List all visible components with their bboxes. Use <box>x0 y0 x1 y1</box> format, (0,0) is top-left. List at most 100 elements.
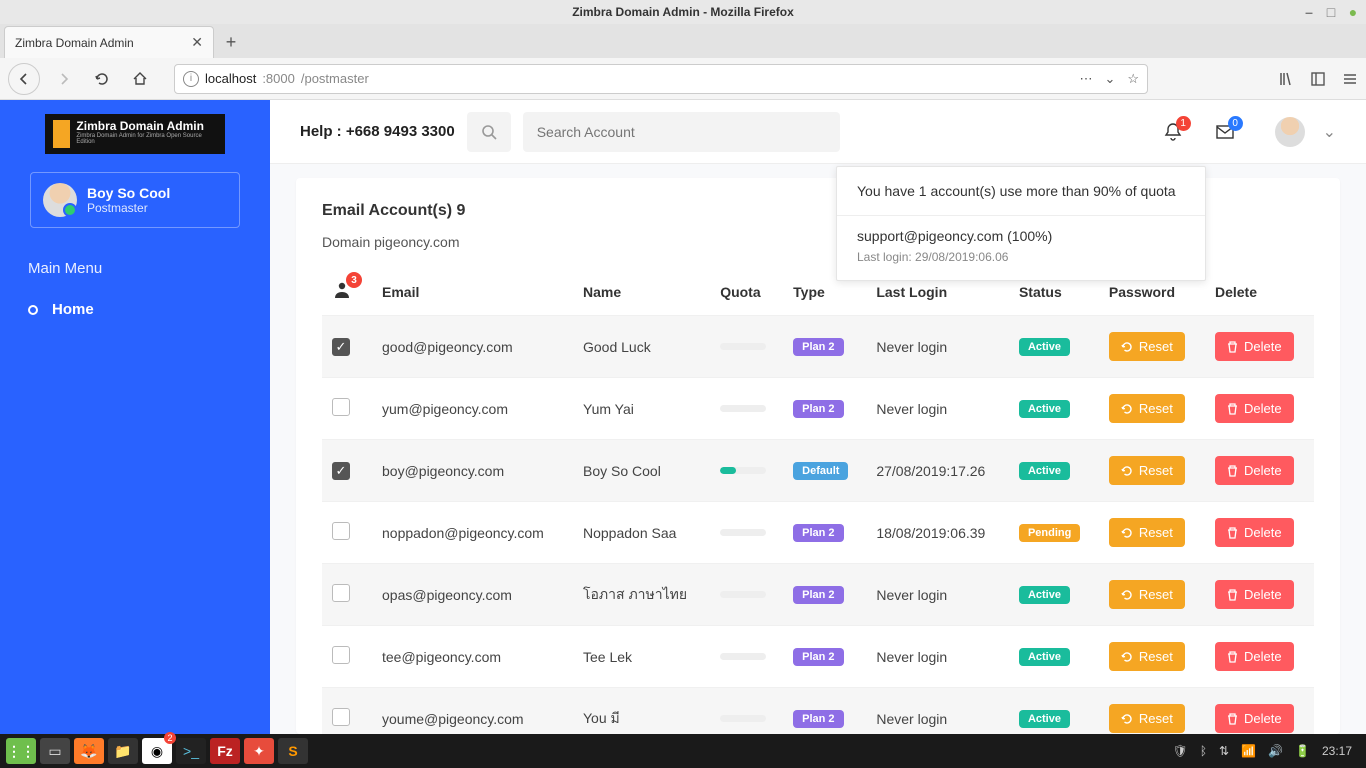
delete-button[interactable]: Delete <box>1215 518 1294 547</box>
window-minimize[interactable]: – <box>1302 5 1316 19</box>
reset-button[interactable]: Reset <box>1109 394 1185 423</box>
cell-type: Plan 2 <box>783 502 866 564</box>
reset-button[interactable]: Reset <box>1109 332 1185 361</box>
taskbar-terminal[interactable]: >_ <box>176 738 206 764</box>
th-name[interactable]: Name <box>573 268 710 316</box>
th-quota[interactable]: Quota <box>710 268 783 316</box>
popover-item[interactable]: support@pigeoncy.com (100%) Last login: … <box>837 216 1205 280</box>
cell-name: Good Luck <box>573 316 710 378</box>
menu-icon[interactable] <box>1342 71 1358 87</box>
new-tab-button[interactable]: + <box>214 26 248 58</box>
sidebar-user-card[interactable]: Boy So Cool Postmaster <box>30 172 240 228</box>
os-taskbar: ⋮⋮ ▭ 🦊 📁 ◉2 >_ Fz ✦ S 🛡 ᛒ ⇅ 📶 🔊 🔋 23:17 <box>0 734 1366 768</box>
taskbar-firefox[interactable]: 🦊 <box>74 738 104 764</box>
top-avatar[interactable] <box>1275 117 1305 147</box>
tray-bluetooth-icon[interactable]: ᛒ <box>1200 744 1207 758</box>
site-info-icon[interactable]: i <box>183 71 199 87</box>
window-maximize[interactable]: □ <box>1324 5 1338 19</box>
taskbar-app[interactable]: ✦ <box>244 738 274 764</box>
arrow-left-icon <box>16 71 32 87</box>
window-close[interactable]: ● <box>1346 5 1360 19</box>
browser-tabbar: Zimbra Domain Admin ✕ + <box>0 24 1366 58</box>
reload-icon <box>94 71 110 87</box>
reset-button[interactable]: Reset <box>1109 642 1185 671</box>
row-checkbox[interactable] <box>332 646 350 664</box>
reset-button[interactable]: Reset <box>1109 704 1185 733</box>
app-logo[interactable]: Zimbra Domain Admin Zimbra Domain Admin … <box>45 114 225 154</box>
page-actions-icon[interactable]: ⋯ <box>1079 71 1092 87</box>
url-path: /postmaster <box>301 71 369 86</box>
trash-icon <box>1227 465 1238 477</box>
tray-network-icon[interactable]: ⇅ <box>1219 744 1229 758</box>
taskbar-chrome[interactable]: ◉2 <box>142 738 172 764</box>
trash-icon <box>1227 589 1238 601</box>
row-checkbox[interactable] <box>332 584 350 602</box>
home-icon <box>132 71 148 87</box>
taskbar-filezilla[interactable]: Fz <box>210 738 240 764</box>
tray-battery-icon[interactable]: 🔋 <box>1295 744 1310 758</box>
taskbar-files[interactable]: 📁 <box>108 738 138 764</box>
reset-button[interactable]: Reset <box>1109 518 1185 547</box>
url-bar[interactable]: i localhost:8000/postmaster ⋯ ⌄ ☆ <box>174 64 1148 94</box>
cell-status: Active <box>1009 316 1099 378</box>
th-email[interactable]: Email <box>372 268 573 316</box>
th-delete[interactable]: Delete <box>1205 268 1314 316</box>
bulk-people-icon[interactable]: 3 <box>332 280 352 300</box>
pocket-icon[interactable]: ⌄ <box>1104 71 1115 87</box>
avatar <box>43 183 77 217</box>
user-menu-chevron[interactable]: ⌄ <box>1323 122 1336 142</box>
delete-button[interactable]: Delete <box>1215 456 1294 485</box>
row-checkbox[interactable] <box>332 708 350 726</box>
nav-home-button[interactable] <box>126 65 154 93</box>
row-checkbox[interactable] <box>332 522 350 540</box>
tray-wifi-icon[interactable]: 📶 <box>1241 744 1256 758</box>
reset-button[interactable]: Reset <box>1109 456 1185 485</box>
notifications-bell[interactable]: 1 <box>1163 122 1183 142</box>
taskbar-sublime[interactable]: S <box>278 738 308 764</box>
browser-tab-active[interactable]: Zimbra Domain Admin ✕ <box>4 26 214 58</box>
row-checkbox[interactable]: ✓ <box>332 462 350 480</box>
taskbar-show-desktop[interactable]: ▭ <box>40 738 70 764</box>
delete-button[interactable]: Delete <box>1215 642 1294 671</box>
nav-reload-button[interactable] <box>88 65 116 93</box>
library-icon[interactable] <box>1278 71 1294 87</box>
tray-volume-icon[interactable]: 🔊 <box>1268 744 1283 758</box>
cell-email: noppadon@pigeoncy.com <box>372 502 573 564</box>
tab-close-icon[interactable]: ✕ <box>191 34 203 51</box>
row-checkbox[interactable]: ✓ <box>332 338 350 356</box>
popover-item-title: support@pigeoncy.com (100%) <box>857 228 1185 244</box>
os-titlebar: Zimbra Domain Admin - Mozilla Firefox – … <box>0 0 1366 24</box>
bookmark-icon[interactable]: ☆ <box>1127 71 1139 87</box>
notifications-mail[interactable]: 0 <box>1215 122 1235 142</box>
cell-status: Active <box>1009 440 1099 502</box>
cell-status: Active <box>1009 626 1099 688</box>
reset-button[interactable]: Reset <box>1109 580 1185 609</box>
window-title: Zimbra Domain Admin - Mozilla Firefox <box>572 5 794 19</box>
cell-quota <box>710 316 783 378</box>
cell-name: Tee Lek <box>573 626 710 688</box>
delete-button[interactable]: Delete <box>1215 394 1294 423</box>
popover-item-sub: Last login: 29/08/2019:06.06 <box>857 250 1185 264</box>
delete-button[interactable]: Delete <box>1215 332 1294 361</box>
search-button[interactable] <box>467 112 511 152</box>
trash-icon <box>1227 527 1238 539</box>
sidebar-item-home[interactable]: Home <box>0 289 270 330</box>
delete-button[interactable]: Delete <box>1215 704 1294 733</box>
chrome-badge: 2 <box>164 732 176 744</box>
table-row: ✓ boy@pigeoncy.com Boy So Cool Default 2… <box>322 440 1314 502</box>
user-name: Boy So Cool <box>87 185 170 201</box>
row-checkbox[interactable] <box>332 398 350 416</box>
nav-back-button[interactable] <box>8 63 40 95</box>
search-input[interactable] <box>523 112 840 152</box>
cell-status: Active <box>1009 688 1099 735</box>
tray-clock[interactable]: 23:17 <box>1322 744 1352 758</box>
tray-shield-icon[interactable]: 🛡 <box>1173 744 1188 758</box>
taskbar-menu[interactable]: ⋮⋮ <box>6 738 36 764</box>
people-badge: 3 <box>346 272 362 288</box>
cell-name: You มี <box>573 688 710 735</box>
sidebar-toggle-icon[interactable] <box>1310 71 1326 87</box>
logo-subtitle: Zimbra Domain Admin for Zimbra Open Sour… <box>76 133 217 145</box>
reset-icon <box>1121 713 1133 725</box>
logo-mark <box>53 120 70 148</box>
delete-button[interactable]: Delete <box>1215 580 1294 609</box>
